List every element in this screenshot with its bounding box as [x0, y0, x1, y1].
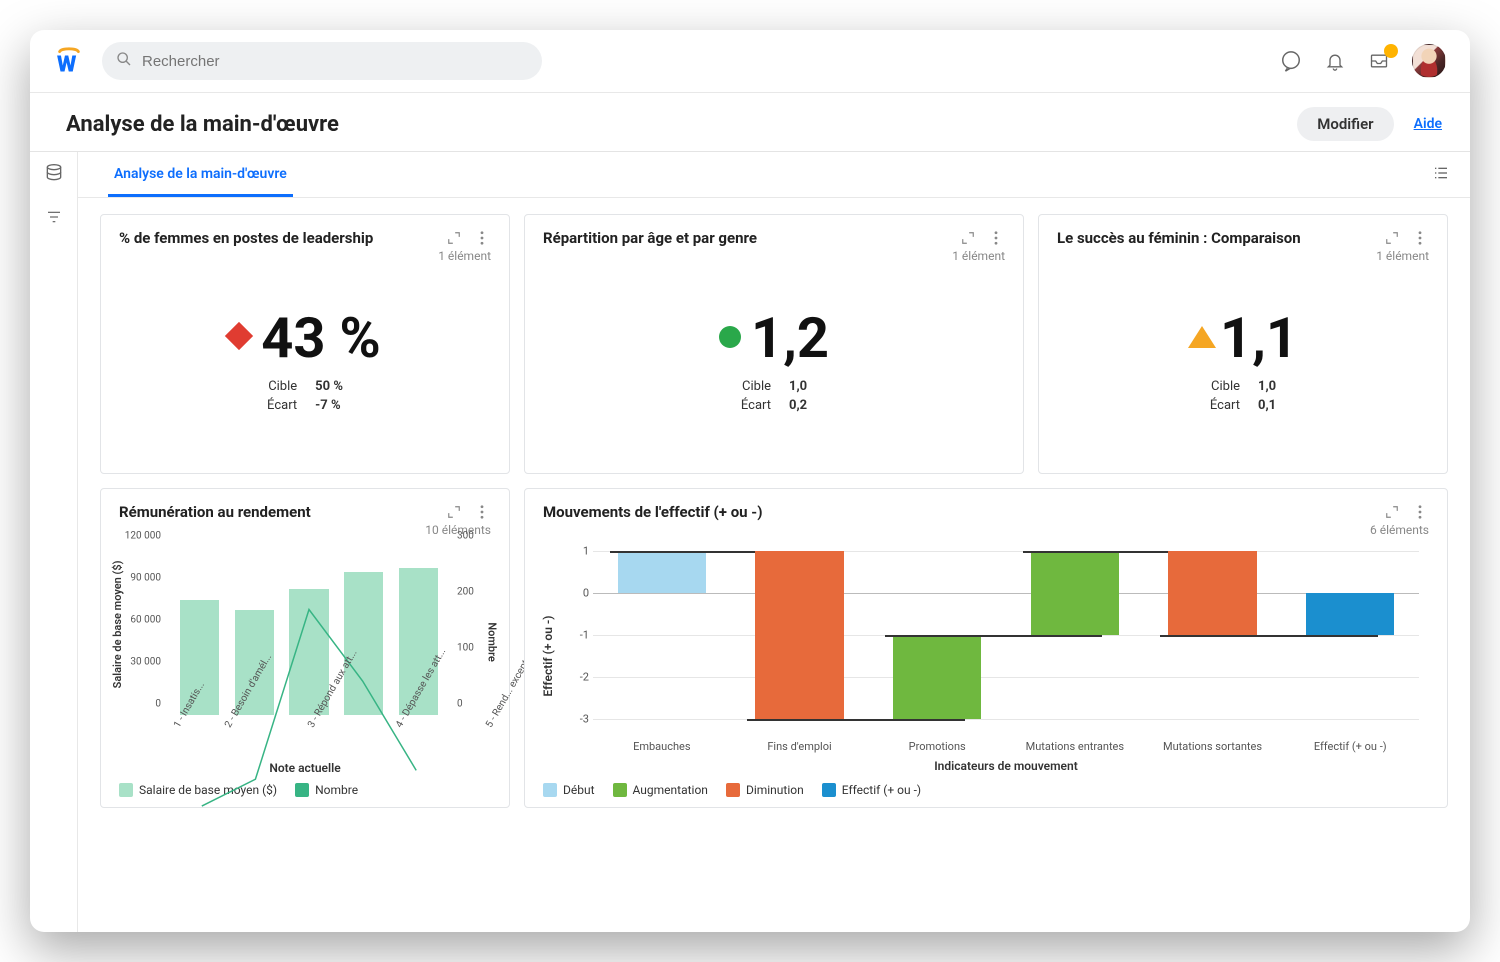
kpi-details: Cible1,0 Écart0,2	[731, 376, 817, 416]
bell-icon[interactable]	[1324, 50, 1346, 72]
card-count: 1 élément	[1057, 249, 1429, 263]
card-remuneration: Rémunération au rendement 10 éléments Sa…	[100, 488, 510, 808]
tab-analyse[interactable]: Analyse de la main-d'œuvre	[108, 152, 293, 197]
help-link[interactable]: Aide	[1414, 116, 1442, 132]
card-count: 1 élément	[543, 249, 1005, 263]
card-count: 1 élément	[119, 249, 491, 263]
legend: Début Augmentation Diminution Effectif (…	[543, 783, 1429, 797]
chart-remuneration: Salaire de base moyen ($) Nombre 030 000…	[119, 537, 491, 797]
more-icon[interactable]	[1411, 503, 1429, 521]
card-title: % de femmes en postes de leadership	[119, 229, 373, 247]
search-input[interactable]	[142, 53, 528, 70]
tabs-row: Analyse de la main-d'œuvre	[78, 152, 1470, 198]
chart-mouvements: Effectif (+ ou -) -3-2-101 EmbauchesFins…	[543, 537, 1429, 797]
expand-icon[interactable]	[445, 503, 463, 521]
card-count: 10 éléments	[119, 523, 491, 537]
card-mouvements: Mouvements de l'effectif (+ ou -) 6 élém…	[524, 488, 1448, 808]
chat-icon[interactable]	[1280, 50, 1302, 72]
more-icon[interactable]	[473, 503, 491, 521]
data-source-icon[interactable]	[43, 162, 65, 184]
kpi-value: 43 %	[261, 310, 381, 366]
kpi-details: Cible50 % Écart-7 %	[257, 376, 353, 416]
y-label: Effectif (+ ou -)	[541, 616, 555, 697]
expand-icon[interactable]	[1383, 229, 1401, 247]
kpi-value: 1,1	[1220, 310, 1298, 366]
x-label: Indicateurs de mouvement	[593, 759, 1419, 773]
card-title: Le succès au féminin : Comparaison	[1057, 229, 1301, 247]
expand-icon[interactable]	[445, 229, 463, 247]
more-icon[interactable]	[1411, 229, 1429, 247]
card-succes-feminin: Le succès au féminin : Comparaison 1 élé…	[1038, 214, 1448, 474]
search-icon	[116, 51, 132, 71]
modify-button[interactable]: Modifier	[1297, 107, 1393, 141]
card-femmes-leadership: % de femmes en postes de leadership 1 él…	[100, 214, 510, 474]
diamond-icon	[229, 326, 253, 350]
page-title: Analyse de la main-d'œuvre	[66, 112, 339, 137]
titlebar: Analyse de la main-d'œuvre Modifier Aide	[30, 93, 1470, 151]
circle-icon	[719, 326, 743, 350]
card-title: Rémunération au rendement	[119, 503, 311, 521]
search-field[interactable]	[102, 42, 542, 80]
avatar[interactable]	[1412, 44, 1446, 78]
card-title: Répartition par âge et par genre	[543, 229, 757, 247]
card-repartition-age-genre: Répartition par âge et par genre 1 éléme…	[524, 214, 1024, 474]
expand-icon[interactable]	[1383, 503, 1401, 521]
kpi-value: 1,2	[751, 310, 829, 366]
triangle-icon	[1188, 326, 1212, 350]
more-icon[interactable]	[987, 229, 1005, 247]
topbar: W	[30, 30, 1470, 93]
more-icon[interactable]	[473, 229, 491, 247]
inbox-badge	[1384, 44, 1398, 58]
filter-icon[interactable]	[43, 206, 65, 228]
inbox-icon[interactable]	[1368, 50, 1390, 72]
app-logo[interactable]: W	[54, 46, 84, 76]
card-count: 6 éléments	[543, 523, 1429, 537]
expand-icon[interactable]	[959, 229, 977, 247]
list-view-icon[interactable]	[1432, 165, 1452, 185]
card-title: Mouvements de l'effectif (+ ou -)	[543, 503, 762, 521]
svg-text:W: W	[57, 51, 77, 76]
left-rail	[30, 152, 78, 932]
kpi-details: Cible1,0 Écart0,1	[1200, 376, 1286, 416]
